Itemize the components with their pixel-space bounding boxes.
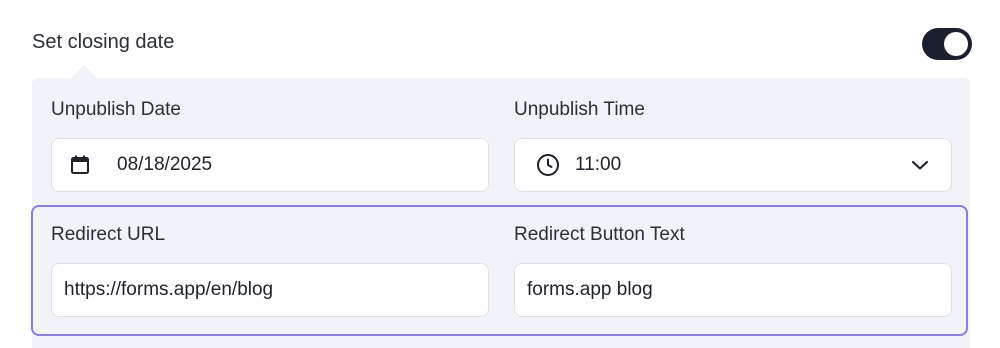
calendar-icon (69, 154, 91, 176)
unpublish-date-label: Unpublish Date (51, 99, 181, 120)
closing-date-toggle[interactable] (922, 28, 972, 60)
set-closing-date-label: Set closing date (32, 31, 175, 53)
unpublish-date-field[interactable]: 08/18/2025 (51, 138, 489, 192)
clock-icon (536, 153, 560, 177)
unpublish-time-value: 11:00 (575, 154, 622, 175)
unpublish-date-value: 08/18/2025 (117, 154, 213, 175)
redirect-url-input[interactable]: https://forms.app/en/blog (51, 263, 489, 317)
unpublish-time-select[interactable]: 11:00 (514, 138, 952, 192)
closing-date-settings: Set closing date Unpublish Date 08/18/20… (0, 0, 1000, 348)
unpublish-time-label: Unpublish Time (514, 99, 645, 120)
redirect-button-text-value: forms.app blog (527, 279, 653, 300)
chevron-down-icon[interactable] (911, 159, 929, 171)
redirect-url-value: https://forms.app/en/blog (64, 279, 274, 300)
redirect-button-text-input[interactable]: forms.app blog (514, 263, 952, 317)
panel-caret (70, 65, 98, 79)
redirect-url-label: Redirect URL (51, 224, 166, 245)
redirect-button-text-label: Redirect Button Text (514, 224, 685, 245)
toggle-knob (944, 32, 968, 56)
